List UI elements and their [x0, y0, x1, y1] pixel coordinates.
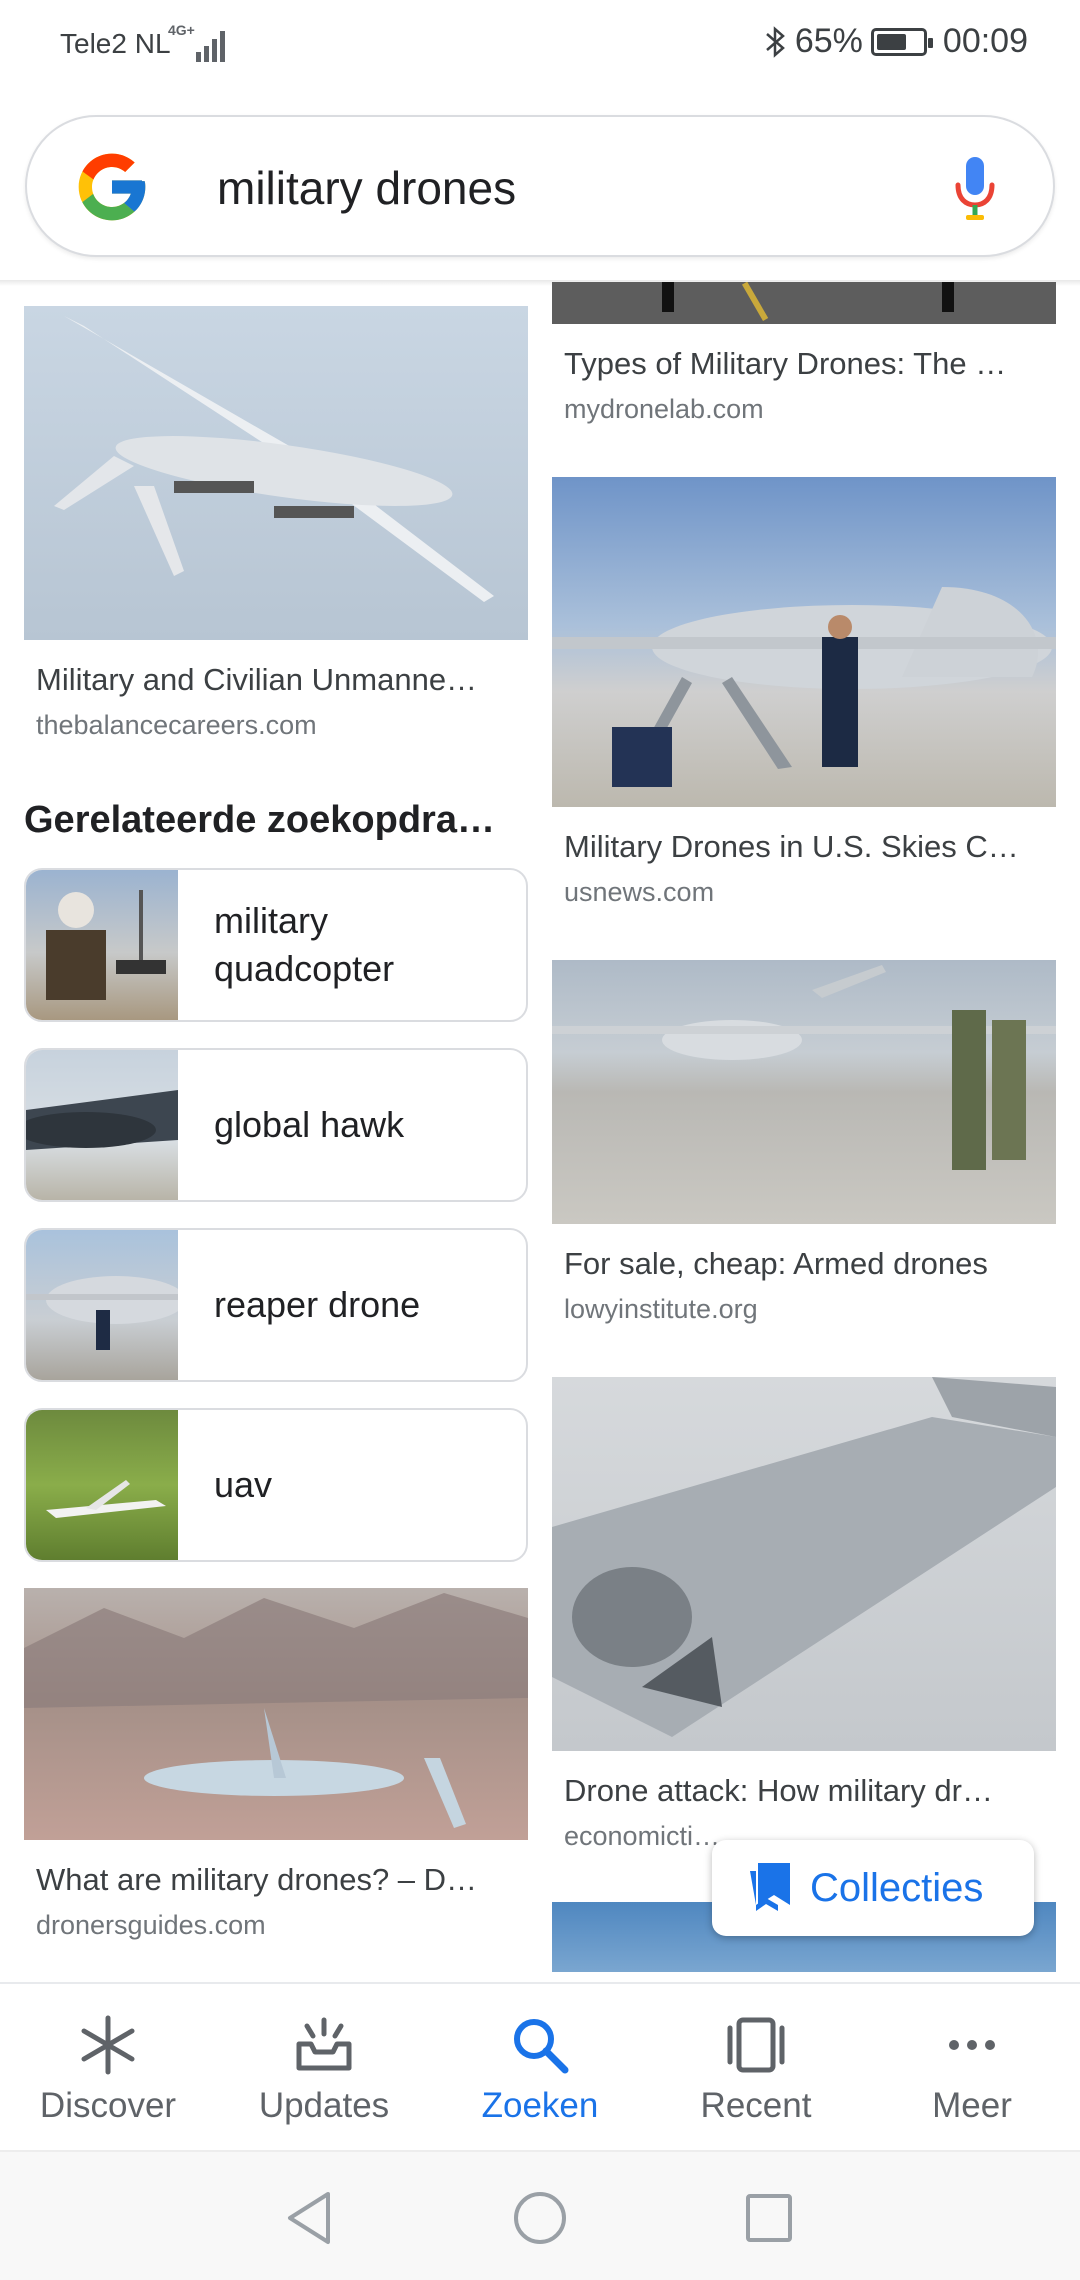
result-title: Types of Military Drones: The … [564, 346, 1007, 381]
image-result[interactable]: For sale, cheap: Armed drones lowyinstit… [552, 960, 1056, 1325]
nav-label: Meer [932, 2086, 1012, 2125]
nav-label: Zoeken [481, 2086, 599, 2125]
result-thumbnail[interactable] [552, 282, 1056, 324]
status-bar: Tele2 NL 4G+ 65% 00:09 [0, 0, 1080, 90]
carrier-name: Tele2 NL [60, 28, 171, 59]
nav-updates[interactable]: Updates [216, 1984, 432, 2150]
results-column-left: Military and Civilian Unmanne… thebalanc… [24, 306, 528, 1941]
search-bar[interactable]: military drones [25, 115, 1055, 257]
image-result[interactable]: Types of Military Drones: The … mydronel… [552, 282, 1056, 425]
overview-icon[interactable] [744, 2190, 794, 2246]
result-title: For sale, cheap: Armed drones [564, 1246, 988, 1281]
collections-button[interactable]: Collecties [712, 1840, 1034, 1936]
result-source: thebalancecareers.com [36, 710, 317, 740]
clock: 00:09 [942, 22, 1028, 60]
image-result[interactable]: Military and Civilian Unmanne… thebalanc… [24, 306, 528, 741]
result-title: What are military drones? – D… [36, 1862, 478, 1897]
collections-label: Collecties [810, 1865, 984, 1910]
chip-thumbnail [26, 1410, 178, 1560]
asterisk-icon [81, 2015, 135, 2075]
image-result[interactable]: Military Drones in U.S. Skies C… usnews.… [552, 477, 1056, 908]
nav-label: Discover [39, 2086, 177, 2125]
microphone-icon[interactable] [952, 155, 998, 225]
result-thumbnail[interactable] [24, 1588, 528, 1840]
result-title: Drone attack: How military dr… [564, 1773, 993, 1808]
related-search-chip[interactable]: global hawk [24, 1048, 528, 1202]
home-icon[interactable] [512, 2190, 568, 2246]
result-source: mydronelab.com [564, 394, 764, 424]
chip-label: military quadcopter [214, 900, 395, 989]
related-search-chip[interactable]: military quadcopter [24, 868, 528, 1022]
result-title: Military Drones in U.S. Skies C… [564, 829, 1019, 864]
google-logo-icon [78, 153, 146, 221]
nav-more[interactable]: Meer [864, 1984, 1080, 2150]
image-result[interactable]: Drone attack: How military dr… economict… [552, 1377, 1056, 1852]
result-thumbnail[interactable] [552, 960, 1056, 1224]
related-search-chip[interactable]: reaper drone [24, 1228, 528, 1382]
updates-icon [296, 2017, 352, 2071]
network-type: 4G+ [168, 22, 195, 38]
battery-icon [870, 27, 933, 56]
chip-thumbnail [26, 870, 178, 1020]
result-source: usnews.com [564, 877, 715, 907]
battery-percent: 65% [794, 22, 863, 60]
nav-recent[interactable]: Recent [648, 1984, 864, 2150]
search-input[interactable]: military drones [217, 161, 516, 215]
results-column-right: Types of Military Drones: The … mydronel… [552, 282, 1056, 1972]
nav-discover[interactable]: Discover [0, 1984, 216, 2150]
signal-icon [196, 31, 225, 62]
status-right: 65% 00:09 [765, 22, 1028, 61]
related-search-chip[interactable]: uav [24, 1408, 528, 1562]
bluetooth-icon [766, 25, 785, 58]
chip-thumbnail [26, 1050, 178, 1200]
related-searches-heading: Gerelateerde zoekopdra… [24, 799, 495, 841]
result-source: dronersguides.com [36, 1910, 266, 1940]
search-icon [514, 2019, 569, 2074]
image-result[interactable]: What are military drones? – D… dronersgu… [24, 1588, 528, 1941]
bottom-navigation: Discover Updates Zoeken Recent Meer [0, 1982, 1080, 2150]
back-icon[interactable] [284, 2190, 334, 2246]
result-thumbnail[interactable] [24, 306, 528, 640]
chip-thumbnail [26, 1230, 186, 1380]
result-title: Military and Civilian Unmanne… [36, 662, 478, 697]
nav-label: Updates [258, 2086, 390, 2125]
chip-label: reaper drone [214, 1284, 421, 1325]
chip-label: global hawk [214, 1104, 405, 1145]
bookmark-collections-icon [750, 1863, 790, 1911]
more-icon [949, 2040, 995, 2050]
result-thumbnail[interactable] [552, 477, 1056, 807]
nav-search[interactable]: Zoeken [432, 1984, 648, 2150]
result-source: lowyinstitute.org [564, 1294, 758, 1324]
recent-icon [727, 2017, 785, 2073]
chip-label: uav [214, 1464, 273, 1505]
system-navigation-bar [0, 2150, 1080, 2280]
nav-label: Recent [700, 2086, 812, 2125]
result-thumbnail[interactable] [552, 1377, 1056, 1751]
